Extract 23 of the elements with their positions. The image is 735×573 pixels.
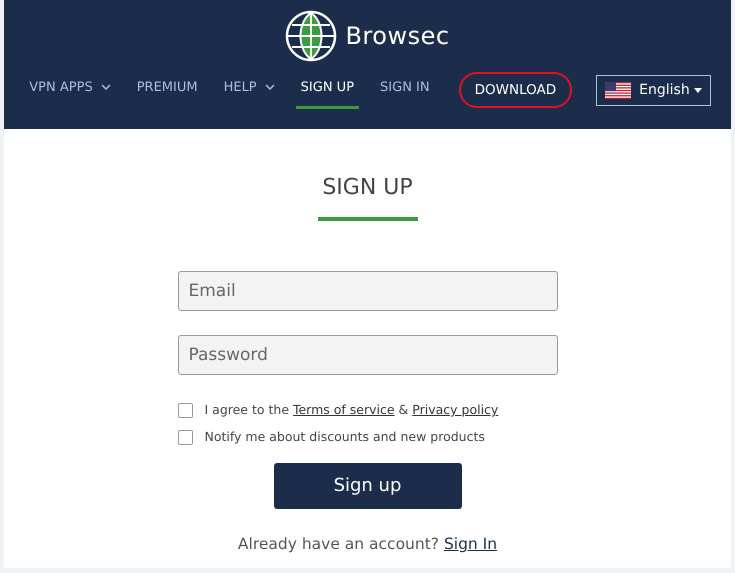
link[interactable]: Privacy policy: [412, 402, 498, 418]
flag-icon: [605, 82, 632, 99]
sign-up-button[interactable]: Sign up: [274, 462, 462, 509]
checkbox[interactable]: [178, 430, 192, 446]
nav-tab[interactable]: SIGN IN: [375, 72, 435, 108]
sign-in-prompt: Already have an account? Sign In: [238, 534, 498, 555]
checkbox-label: Notify me about discounts and new products: [204, 428, 485, 446]
nav-tab[interactable]: VPN APPS: [24, 72, 116, 108]
link[interactable]: Terms of service: [292, 402, 395, 418]
password-field[interactable]: Password: [178, 335, 558, 376]
brand-name: Browsec: [345, 21, 450, 52]
caret-icon: [694, 88, 702, 93]
checkbox[interactable]: [178, 403, 192, 418]
nav-tab[interactable]: SIGN UP: [296, 72, 360, 108]
page-title: SIGN UP: [322, 175, 413, 202]
nav-tab[interactable]: HELP: [218, 72, 280, 108]
sign-in-link[interactable]: Sign In: [444, 534, 498, 553]
language-dropdown[interactable]: English: [596, 74, 711, 106]
globe-logo-icon: [285, 10, 338, 62]
download-button[interactable]: DOWNLOAD: [458, 72, 572, 108]
checkbox-label: I agree to the Terms of service & Privacy policy: [204, 401, 498, 420]
nav-tab[interactable]: PREMIUM: [132, 72, 203, 108]
email-field[interactable]: Email: [178, 271, 558, 312]
